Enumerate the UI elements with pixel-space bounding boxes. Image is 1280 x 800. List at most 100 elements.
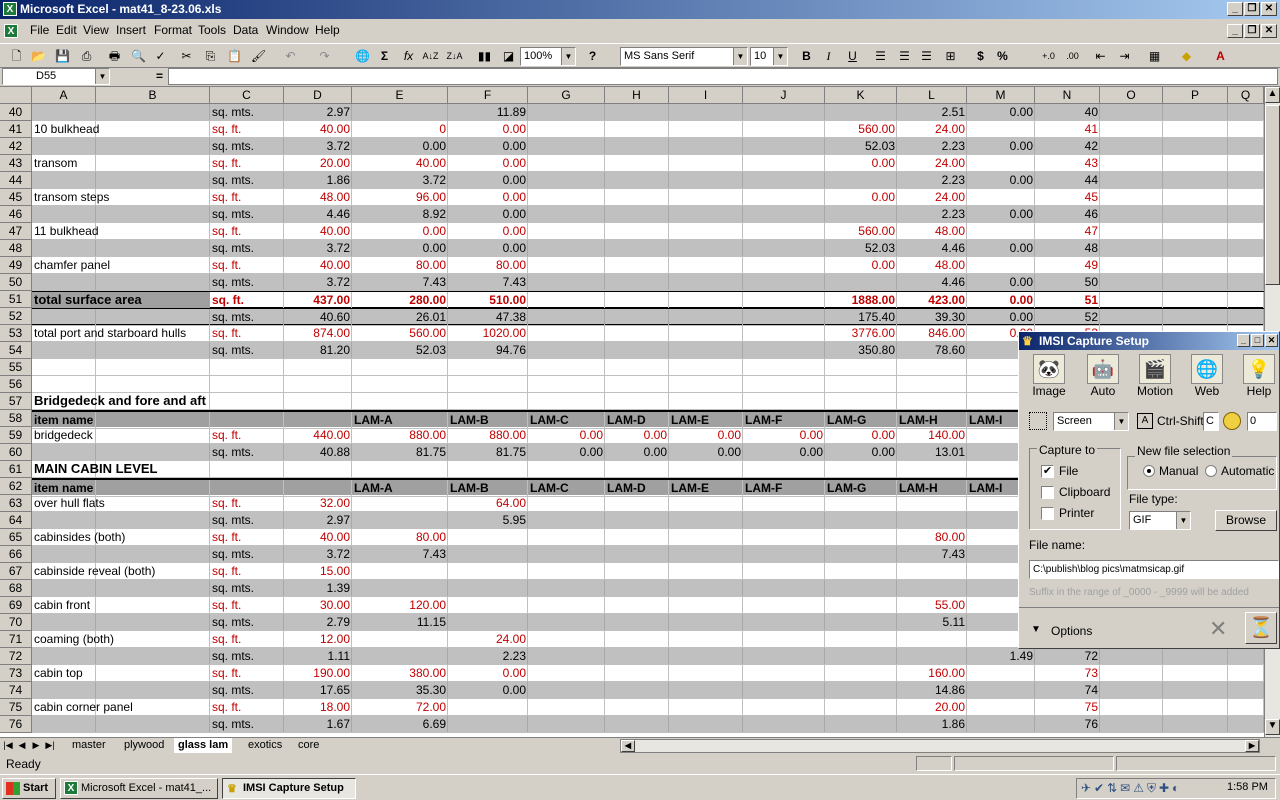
cell-f[interactable]: 11.89 bbox=[448, 104, 528, 121]
borders-icon[interactable]: ▦ bbox=[1144, 47, 1165, 66]
cell-e[interactable]: 6.69 bbox=[352, 716, 448, 733]
cell-l[interactable]: 13.01 bbox=[897, 444, 967, 461]
cell-c[interactable]: sq. ft. bbox=[210, 121, 284, 138]
chevron-down-icon[interactable]: ▼ bbox=[1176, 512, 1190, 529]
row-header[interactable]: 53 bbox=[0, 325, 32, 342]
print-icon[interactable]: 🖶 bbox=[104, 47, 125, 66]
cell-l[interactable]: 5.11 bbox=[897, 614, 967, 631]
cell-e[interactable]: 8.92 bbox=[352, 206, 448, 223]
row-header[interactable]: 41 bbox=[0, 121, 32, 138]
close-icon[interactable]: ✕ bbox=[1261, 2, 1277, 16]
cell-f[interactable]: 510.00 bbox=[448, 292, 528, 309]
align-right-icon[interactable]: ☰ bbox=[916, 47, 937, 66]
cell-c[interactable]: sq. ft. bbox=[210, 529, 284, 546]
cell-c[interactable]: sq. mts. bbox=[210, 309, 284, 326]
chevron-down-icon[interactable]: ▼ bbox=[561, 48, 575, 65]
cell-a[interactable]: cabin front bbox=[32, 597, 210, 614]
row-header[interactable]: 64 bbox=[0, 512, 32, 529]
row-header[interactable]: 61 bbox=[0, 461, 32, 478]
row-header[interactable]: 44 bbox=[0, 172, 32, 189]
cell-c[interactable]: sq. ft. bbox=[210, 223, 284, 240]
column-header[interactable]: C bbox=[210, 87, 284, 104]
drawing-icon[interactable]: ◪ bbox=[498, 47, 519, 66]
cell-n[interactable]: 49 bbox=[1035, 257, 1100, 274]
menu-insert[interactable]: Insert bbox=[116, 23, 146, 37]
cell-c[interactable]: sq. ft. bbox=[210, 699, 284, 716]
minimize-icon[interactable]: _ bbox=[1227, 2, 1243, 16]
cell-g[interactable]: 0.00 bbox=[528, 427, 605, 444]
menu-view[interactable]: View bbox=[83, 23, 109, 37]
motion-tool[interactable]: 🎬 Motion bbox=[1133, 354, 1177, 398]
cell-c[interactable]: sq. mts. bbox=[210, 206, 284, 223]
cell-j[interactable]: 0.00 bbox=[743, 444, 825, 461]
cell-c[interactable]: sq. mts. bbox=[210, 274, 284, 291]
row-header[interactable]: 71 bbox=[0, 631, 32, 648]
cell-f[interactable]: 0.00 bbox=[448, 240, 528, 257]
zoom-combo[interactable]: 100% ▼ bbox=[520, 47, 576, 66]
cell-d[interactable]: 32.00 bbox=[284, 495, 352, 512]
cell-n[interactable]: 40 bbox=[1035, 104, 1100, 121]
minimize-icon[interactable]: _ bbox=[1237, 334, 1250, 347]
column-header[interactable]: Q bbox=[1228, 87, 1264, 104]
sheet-tab-core[interactable]: core bbox=[294, 738, 323, 753]
cell-m[interactable]: 0.00 bbox=[967, 138, 1035, 155]
column-header[interactable]: L bbox=[897, 87, 967, 104]
cell-m[interactable]: 0.00 bbox=[967, 240, 1035, 257]
percent-icon[interactable]: % bbox=[992, 47, 1013, 66]
cell-f[interactable]: 81.75 bbox=[448, 444, 528, 461]
cell-n[interactable]: 46 bbox=[1035, 206, 1100, 223]
cell-k[interactable]: 52.03 bbox=[825, 240, 897, 257]
cell-c[interactable]: sq. ft. bbox=[210, 257, 284, 274]
column-header[interactable]: I bbox=[669, 87, 743, 104]
cell-c[interactable]: sq. mts. bbox=[210, 342, 284, 359]
increase-decimal-icon[interactable]: +.0 bbox=[1038, 47, 1059, 66]
cell-d[interactable]: 15.00 bbox=[284, 563, 352, 580]
cell-a[interactable]: coaming (both) bbox=[32, 631, 210, 648]
cell-n[interactable]: 76 bbox=[1035, 716, 1100, 733]
cell-c[interactable]: sq. mts. bbox=[210, 716, 284, 733]
cell-d[interactable]: 3.72 bbox=[284, 274, 352, 291]
cell-e[interactable]: 35.30 bbox=[352, 682, 448, 699]
cell-d[interactable]: 4.46 bbox=[284, 206, 352, 223]
cell-k[interactable]: 0.00 bbox=[825, 257, 897, 274]
cell-a[interactable]: total port and starboard hulls bbox=[32, 325, 210, 342]
cell-d[interactable]: 20.00 bbox=[284, 155, 352, 172]
cell-n[interactable]: 52 bbox=[1035, 309, 1100, 326]
capture-hourglass-icon[interactable]: ⏳ bbox=[1245, 612, 1277, 644]
cell-l[interactable]: 24.00 bbox=[897, 155, 967, 172]
column-header[interactable]: O bbox=[1100, 87, 1163, 104]
column-header[interactable]: D bbox=[284, 87, 352, 104]
cell-d[interactable]: 437.00 bbox=[284, 292, 352, 309]
cell-c[interactable]: sq. ft. bbox=[210, 665, 284, 682]
row-header[interactable]: 69 bbox=[0, 597, 32, 614]
font-combo[interactable]: MS Sans Serif ▼ bbox=[620, 47, 748, 66]
cell-m[interactable]: 0.00 bbox=[967, 309, 1035, 326]
cancel-x-icon[interactable]: ✕ bbox=[1209, 616, 1227, 642]
cell-c[interactable]: sq. mts. bbox=[210, 580, 284, 597]
row-header[interactable]: 65 bbox=[0, 529, 32, 546]
automatic-radio[interactable] bbox=[1205, 465, 1217, 477]
chevron-down-icon[interactable]: ▼ bbox=[95, 69, 109, 84]
cell-a[interactable]: cabinside reveal (both) bbox=[32, 563, 210, 580]
decrease-indent-icon[interactable]: ⇤ bbox=[1090, 47, 1111, 66]
cell-l[interactable]: 160.00 bbox=[897, 665, 967, 682]
cell-n[interactable]: 75 bbox=[1035, 699, 1100, 716]
underline-icon[interactable]: U bbox=[842, 47, 863, 66]
cell-a[interactable]: Bridgedeck and fore and aft decks bbox=[32, 393, 210, 410]
taskbar-item-imsi[interactable]: ♛ IMSI Capture Setup bbox=[222, 778, 356, 799]
row-header[interactable]: 70 bbox=[0, 614, 32, 631]
file-type-combo[interactable]: GIF ▼ bbox=[1129, 511, 1191, 530]
menu-help[interactable]: Help bbox=[315, 23, 340, 37]
chevron-down-icon[interactable]: ▼ bbox=[1114, 413, 1128, 430]
row-header[interactable]: 50 bbox=[0, 274, 32, 291]
doc-close-icon[interactable]: ✕ bbox=[1261, 24, 1277, 38]
row-header[interactable]: 52 bbox=[0, 308, 32, 325]
cell-a[interactable]: 11 bulkhead bbox=[32, 223, 210, 240]
cell-k[interactable]: 0.00 bbox=[825, 189, 897, 206]
cell-k[interactable]: 175.40 bbox=[825, 309, 897, 326]
row-header[interactable]: 51 bbox=[0, 291, 32, 308]
copy-icon[interactable]: ⎘ bbox=[200, 47, 221, 66]
cell-d[interactable]: 2.97 bbox=[284, 512, 352, 529]
cell-c[interactable]: sq. mts. bbox=[210, 512, 284, 529]
sheet-tab-glass-lam[interactable]: glass lam bbox=[174, 738, 233, 753]
